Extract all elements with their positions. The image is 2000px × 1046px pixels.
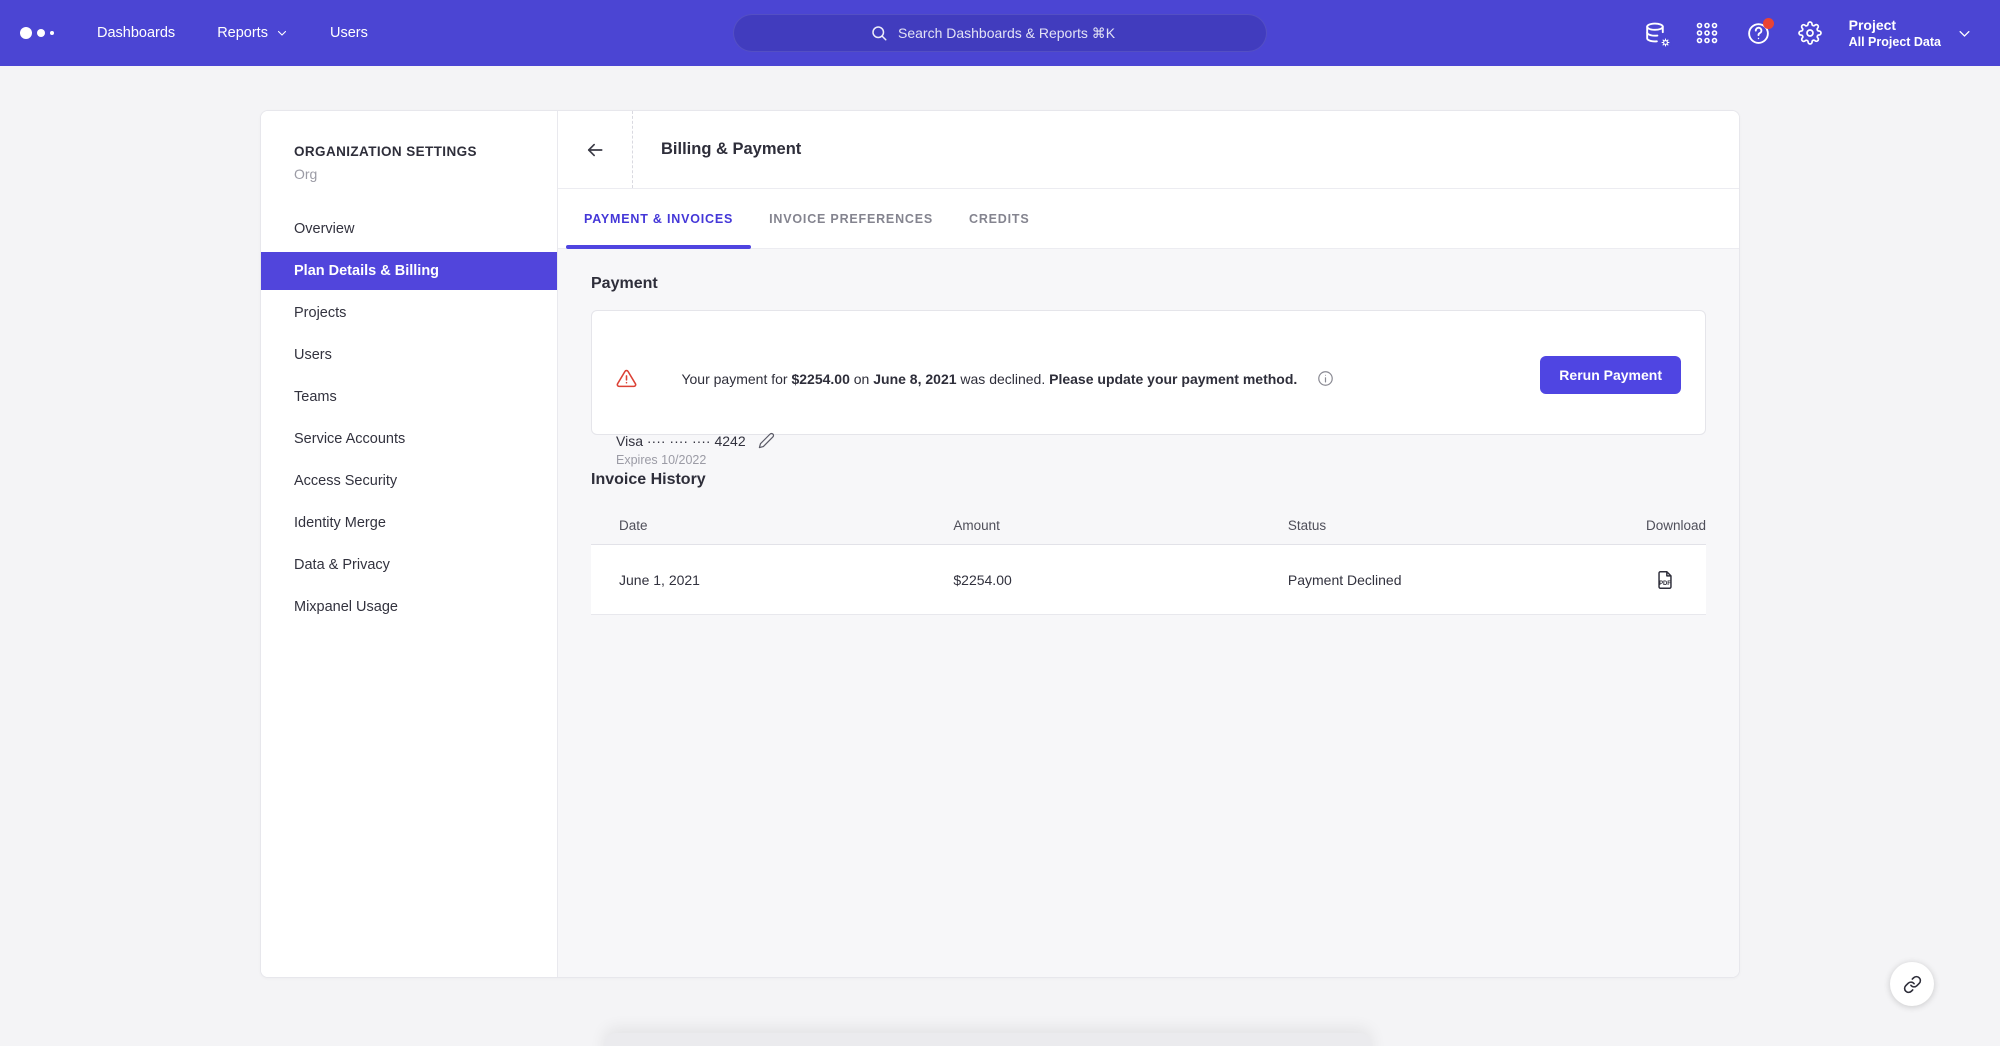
sidebar-item-mixpanel-usage[interactable]: Mixpanel Usage [261,588,557,626]
mixpanel-logo-icon[interactable] [20,27,54,39]
tab-invoice-preferences[interactable]: INVOICE PREFERENCES [751,189,951,248]
link-icon [1903,975,1922,994]
invoice-history-title: Invoice History [591,471,1706,489]
org-name: Org [294,166,557,182]
nav-item-label: Users [330,25,368,41]
sidebar-item-service-accounts[interactable]: Service Accounts [261,420,557,458]
warning-triangle-icon [616,336,670,421]
chevron-down-icon [1957,26,1972,41]
sidebar-item-identity-merge[interactable]: Identity Merge [261,504,557,542]
column-header-date: Date [591,518,953,533]
invoice-table: DateAmountStatusDownload June 1, 2021$22… [591,507,1706,615]
nav-item-reports[interactable]: Reports [217,25,288,41]
invoice-table-body: June 1, 2021$2254.00Payment Declined PDF [591,545,1706,615]
notification-badge [1763,18,1774,29]
card-brand-and-number: Visa ···· ···· ···· 4242 [616,433,746,449]
tab-credits[interactable]: CREDITS [951,189,1047,248]
alert-text-part: Your payment for [681,371,791,387]
chevron-down-icon [276,27,288,39]
copy-link-button[interactable] [1890,962,1934,1006]
project-label: Project [1849,16,1941,34]
info-icon[interactable] [1317,338,1371,419]
settings-gear-icon[interactable] [1798,21,1822,45]
nav-item-dashboards[interactable]: Dashboards [97,25,175,41]
top-navbar: Dashboards Reports Users [0,0,2000,66]
data-management-icon[interactable] [1643,21,1668,46]
invoice-download-cell: PDF [1567,569,1706,591]
invoice-table-header: DateAmountStatusDownload [591,507,1706,545]
sidebar-title: ORGANIZATION SETTINGS [294,144,557,159]
sidebar-item-teams[interactable]: Teams [261,378,557,416]
tab-payment-invoices[interactable]: PAYMENT & INVOICES [566,189,751,248]
pdf-download-icon[interactable]: PDF [1654,569,1676,591]
nav-items: Dashboards Reports Users [97,25,410,41]
card-expiry: Expires 10/2022 [616,453,1372,467]
apps-grid-icon[interactable] [1695,21,1719,45]
alert-text-part: was declined. [957,371,1050,387]
sidebar-item-users[interactable]: Users [261,336,557,374]
alert-text-part: Please update your payment method. [1049,371,1297,387]
nav-item-users[interactable]: Users [330,25,368,41]
payment-section-title: Payment [591,275,1706,293]
invoice-row: June 1, 2021$2254.00Payment Declined PDF [591,545,1706,615]
main-area: Billing & Payment PAYMENT & INVOICESINVO… [558,111,1739,977]
back-button[interactable] [558,111,633,188]
column-header-download: Download [1567,518,1706,533]
alert-text-part: June 8, 2021 [873,371,956,387]
card-on-file: Visa ···· ···· ···· 4242 [616,432,1372,449]
page-title: Billing & Payment [661,140,801,159]
invoice-amount-cell: $2254.00 [953,572,1288,588]
project-switcher[interactable]: Project All Project Data [1849,16,1972,50]
invoice-history-section: Invoice History DateAmountStatusDownload… [591,471,1706,615]
sidebar-item-plan-details-billing[interactable]: Plan Details & Billing [261,252,557,290]
tab-content: Payment Your payment for $2254.00 on Jun… [558,249,1739,977]
sidebar-items: Overview Plan Details & Billing Projects Us… [261,210,557,626]
nav-item-label: Reports [217,25,268,41]
invoice-status-cell: Payment Declined [1288,572,1567,588]
project-value: All Project Data [1849,34,1941,50]
edit-card-icon[interactable] [758,432,775,449]
column-header-status: Status [1288,518,1567,533]
settings-sidebar: ORGANIZATION SETTINGS Org Overview Plan D… [261,111,558,977]
payment-card: Your payment for $2254.00 on June 8, 202… [591,310,1706,435]
help-icon[interactable] [1746,21,1771,46]
bottom-sheet-edge [604,1033,1372,1046]
alert-text-part: on [850,371,873,387]
invoice-date-cell: June 1, 2021 [591,572,953,588]
sidebar-item-data-privacy[interactable]: Data & Privacy [261,546,557,584]
page-header: Billing & Payment [558,111,1739,189]
rerun-payment-button[interactable]: Rerun Payment [1540,356,1681,394]
search-icon [870,24,888,42]
sidebar-item-projects[interactable]: Projects [261,294,557,332]
nav-item-label: Dashboards [97,25,175,41]
global-search[interactable] [733,14,1267,52]
alert-text-part: $2254.00 [791,371,849,387]
column-header-amount: Amount [953,518,1288,533]
sidebar-item-access-security[interactable]: Access Security [261,462,557,500]
org-settings-panel: ORGANIZATION SETTINGS Org Overview Plan D… [260,110,1740,978]
arrow-left-icon [585,140,605,160]
mini-gear-icon [1659,36,1672,49]
navbar-right-actions: Project All Project Data [1643,16,2000,50]
alert-text: Your payment for $2254.00 on June 8, 202… [681,371,1297,387]
billing-tabs: PAYMENT & INVOICESINVOICE PREFERENCESCRE… [558,189,1739,249]
search-input[interactable] [898,25,1130,41]
svg-text:PDF: PDF [1659,580,1671,586]
sidebar-item-overview[interactable]: Overview [261,210,557,248]
payment-declined-alert: Your payment for $2254.00 on June 8, 202… [616,336,1372,421]
